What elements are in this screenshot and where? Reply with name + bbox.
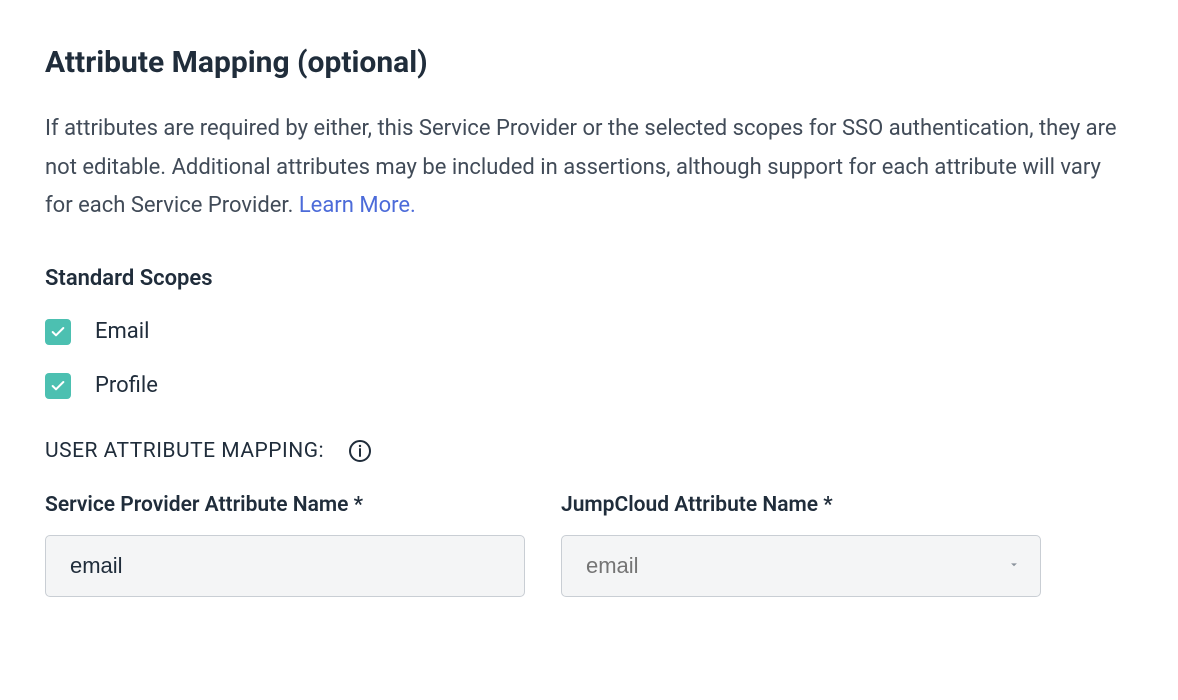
checkmark-icon xyxy=(50,378,66,394)
jc-attribute-select[interactable] xyxy=(561,535,1041,597)
page-title: Attribute Mapping (optional) xyxy=(45,45,1133,80)
checkbox-label-profile: Profile xyxy=(95,373,158,398)
info-icon[interactable] xyxy=(348,439,372,463)
sp-attribute-label: Service Provider Attribute Name * xyxy=(45,493,525,517)
sp-attribute-column: Service Provider Attribute Name * xyxy=(45,493,525,597)
sp-attribute-input[interactable] xyxy=(45,535,525,597)
checkbox-email[interactable] xyxy=(45,319,71,345)
attribute-mapping-columns: Service Provider Attribute Name * JumpCl… xyxy=(45,493,1133,597)
user-attribute-mapping-header: USER ATTRIBUTE MAPPING: xyxy=(45,439,1133,463)
jc-attribute-column: JumpCloud Attribute Name * xyxy=(561,493,1041,597)
standard-scopes-label: Standard Scopes xyxy=(45,266,1133,291)
checkbox-label-email: Email xyxy=(95,319,149,344)
learn-more-link[interactable]: Learn More. xyxy=(299,193,416,218)
jc-attribute-select-wrapper xyxy=(561,535,1041,597)
checkbox-profile[interactable] xyxy=(45,373,71,399)
jc-attribute-label: JumpCloud Attribute Name * xyxy=(561,493,1041,517)
description-text: If attributes are required by either, th… xyxy=(45,116,1117,218)
scope-row-profile: Profile xyxy=(45,373,1133,399)
section-description: If attributes are required by either, th… xyxy=(45,110,1133,226)
scope-row-email: Email xyxy=(45,319,1133,345)
user-attribute-mapping-title: USER ATTRIBUTE MAPPING: xyxy=(45,439,324,463)
checkmark-icon xyxy=(50,324,66,340)
